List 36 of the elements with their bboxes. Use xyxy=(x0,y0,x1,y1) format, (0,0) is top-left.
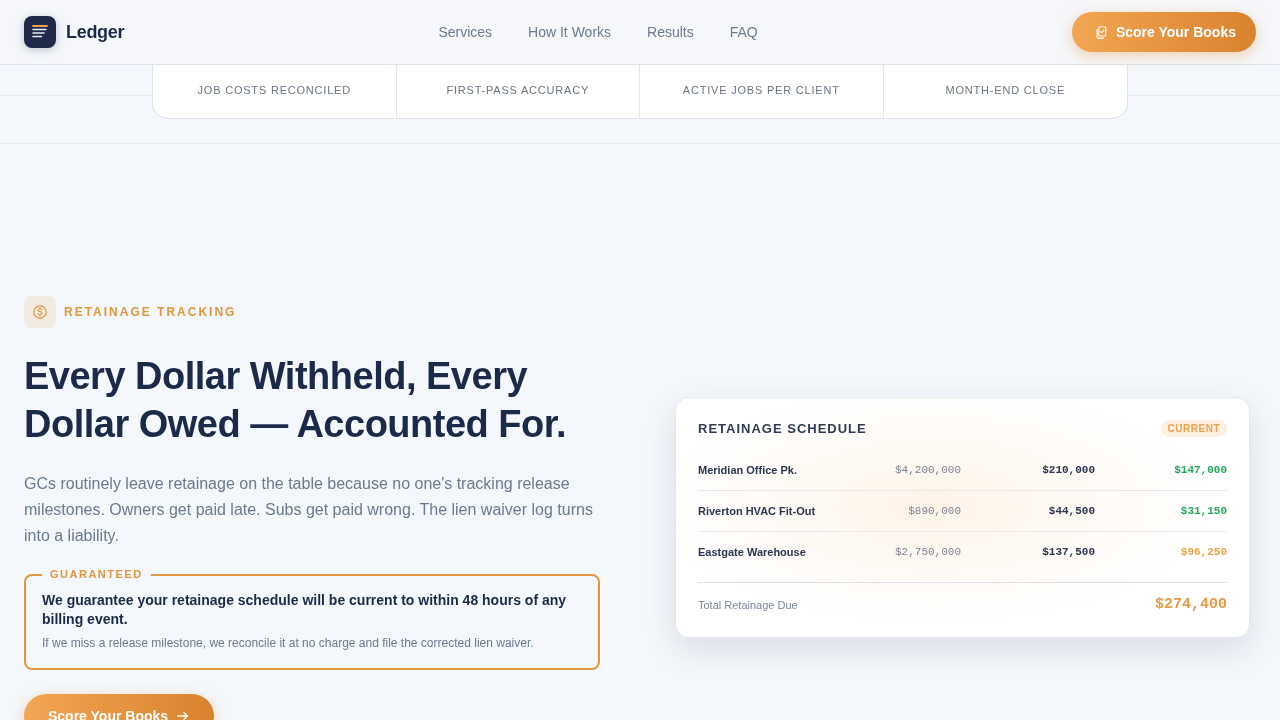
project-name: Meridian Office Pk. xyxy=(698,463,798,476)
cta-button[interactable]: Score Your Books xyxy=(1071,12,1256,52)
guarantee-statement: We guarantee your retainage schedule will be current to within 48 hours of any billing event. xyxy=(42,591,568,629)
balance-amount: $31,150 xyxy=(1180,504,1227,517)
brand-name: Ledger xyxy=(66,21,125,43)
balance-amount: $147,000 xyxy=(1174,463,1227,476)
total-amount: $274,400 xyxy=(1155,596,1227,613)
status-badge: CURRENT xyxy=(1160,420,1227,437)
stat-label: ACTIVE JOBS PER CLIENT xyxy=(682,84,840,97)
project-name: Eastgate Warehouse xyxy=(698,545,806,558)
headline: Every Dollar Withheld, Every Dollar Owed — Accounted For. xyxy=(24,354,567,447)
retainage-amount: $210,000 xyxy=(1042,463,1095,476)
stat-label: JOB COSTS RECONCILED xyxy=(197,84,351,97)
total-label: Total Retainage Due xyxy=(698,598,798,611)
stat-label: MONTH-END CLOSE xyxy=(945,84,1066,97)
contract-amount: $890,000 xyxy=(908,504,961,517)
nav-link[interactable]: FAQ xyxy=(729,24,758,40)
guarantee-note: If we miss a release milestone, we reconcile it at no charge and file the corrected lien waiver. xyxy=(42,635,535,651)
retainage-amount: $137,500 xyxy=(1042,545,1095,558)
nav-link[interactable]: Services xyxy=(438,24,493,40)
intro-text: GCs routinely leave retainage on the table because no one's tracking release milestones. Owners get paid late. Subs get paid wrong. The lien waiver log turns into a liability. xyxy=(24,474,594,546)
card-title: RETAINAGE SCHEDULE xyxy=(698,421,867,436)
nav-link[interactable]: Results xyxy=(647,24,694,40)
guarantee-label: GUARANTEED xyxy=(49,568,144,581)
arrow-icon xyxy=(176,709,191,720)
clipboard-icon xyxy=(1093,25,1108,39)
balance-amount: $96,250 xyxy=(1180,545,1227,558)
logo-icon xyxy=(24,16,56,48)
stat-label: FIRST-PASS ACCURACY xyxy=(446,84,590,97)
project-name: Riverton HVAC Fit-Out xyxy=(698,504,816,517)
contract-amount: $4,200,000 xyxy=(895,463,961,476)
contract-amount: $2,750,000 xyxy=(895,545,961,558)
section-eyebrow: RETAINAGE TRACKING xyxy=(64,305,237,319)
retainage-amount: $44,500 xyxy=(1048,504,1095,517)
dollar-coin-icon xyxy=(24,296,56,328)
nav-link[interactable]: How It Works xyxy=(528,24,612,40)
